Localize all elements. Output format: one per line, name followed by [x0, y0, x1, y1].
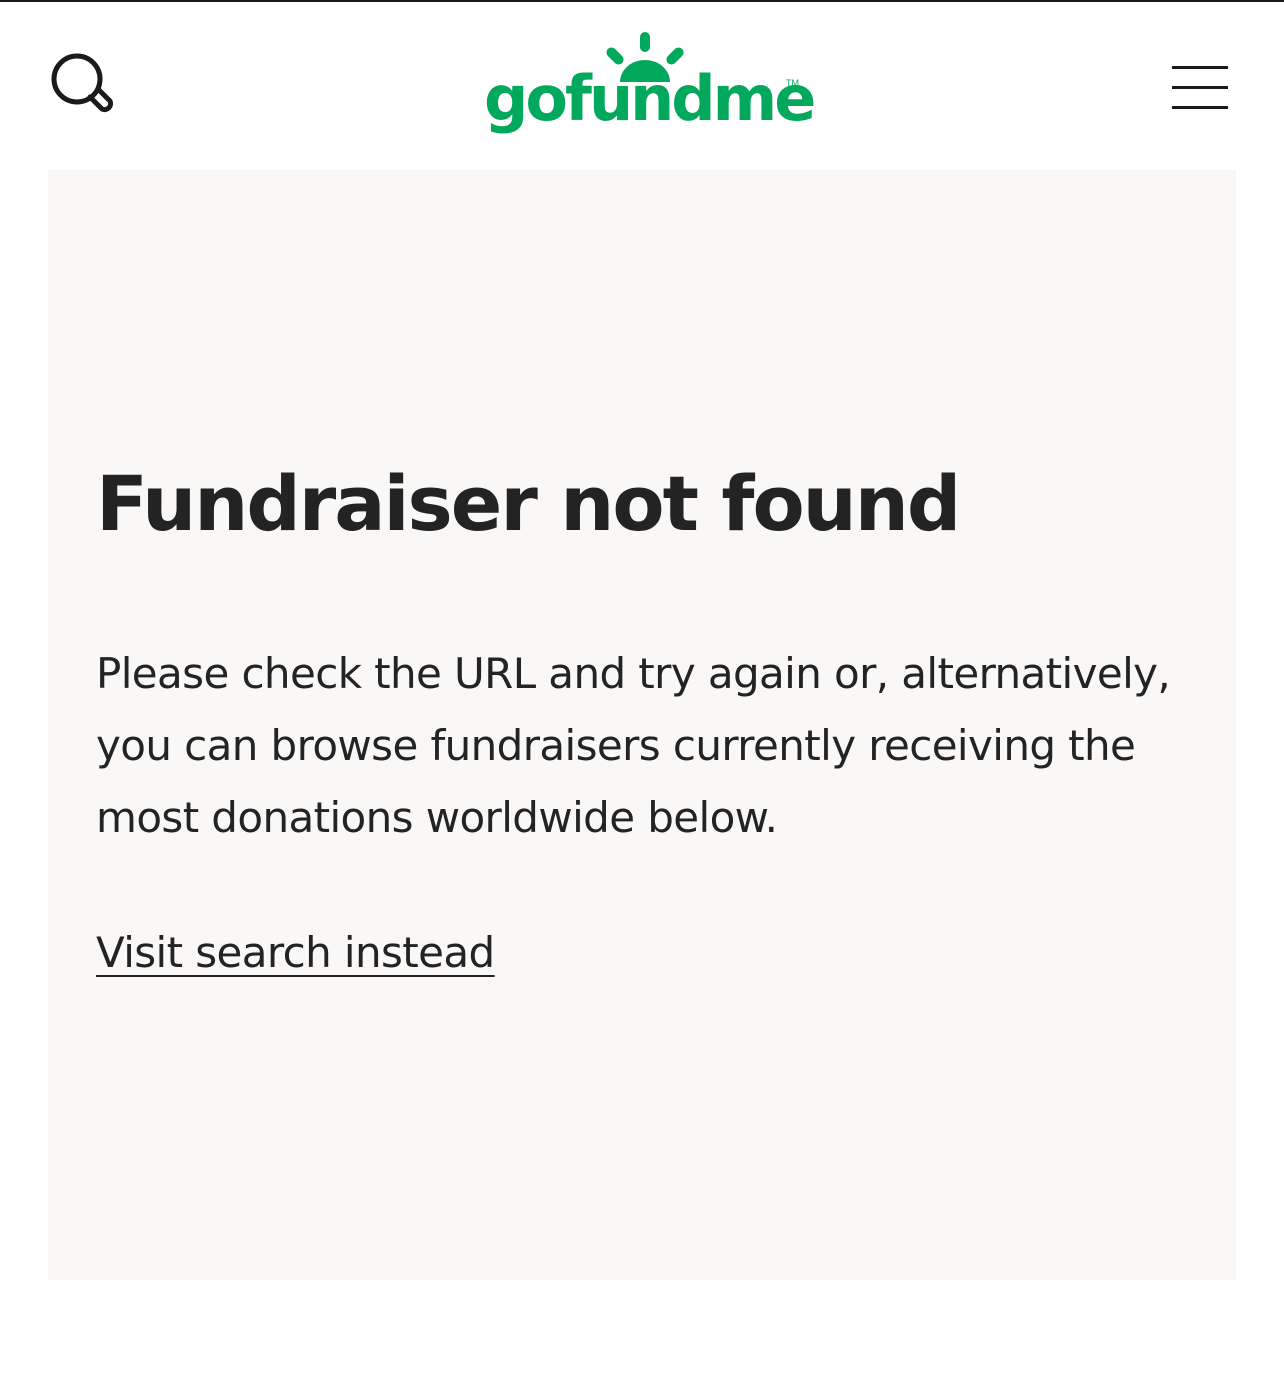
search-button[interactable]	[46, 48, 122, 124]
not-found-card: Fundraiser not found Please check the UR…	[48, 170, 1236, 1280]
logo-wordmark: gofundme	[484, 62, 816, 135]
visit-search-link[interactable]: Visit search instead	[96, 928, 495, 977]
site-header: gofundme TM	[0, 2, 1284, 168]
menu-button[interactable]	[1162, 56, 1238, 116]
page-title: Fundraiser not found	[96, 459, 961, 548]
logo-trademark: TM	[786, 78, 799, 88]
search-icon	[51, 53, 114, 113]
not-found-message: Please check the URL and try again or, a…	[96, 649, 1171, 842]
gofundme-logo[interactable]: gofundme TM	[480, 30, 816, 148]
hamburger-menu-icon	[1172, 66, 1228, 109]
